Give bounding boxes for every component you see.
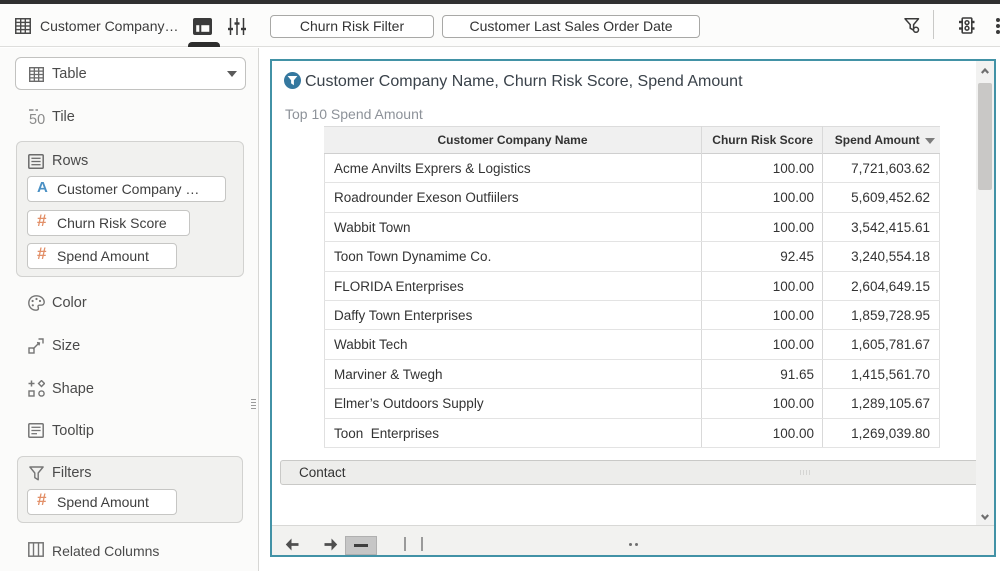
- svg-text:50: 50: [29, 112, 45, 125]
